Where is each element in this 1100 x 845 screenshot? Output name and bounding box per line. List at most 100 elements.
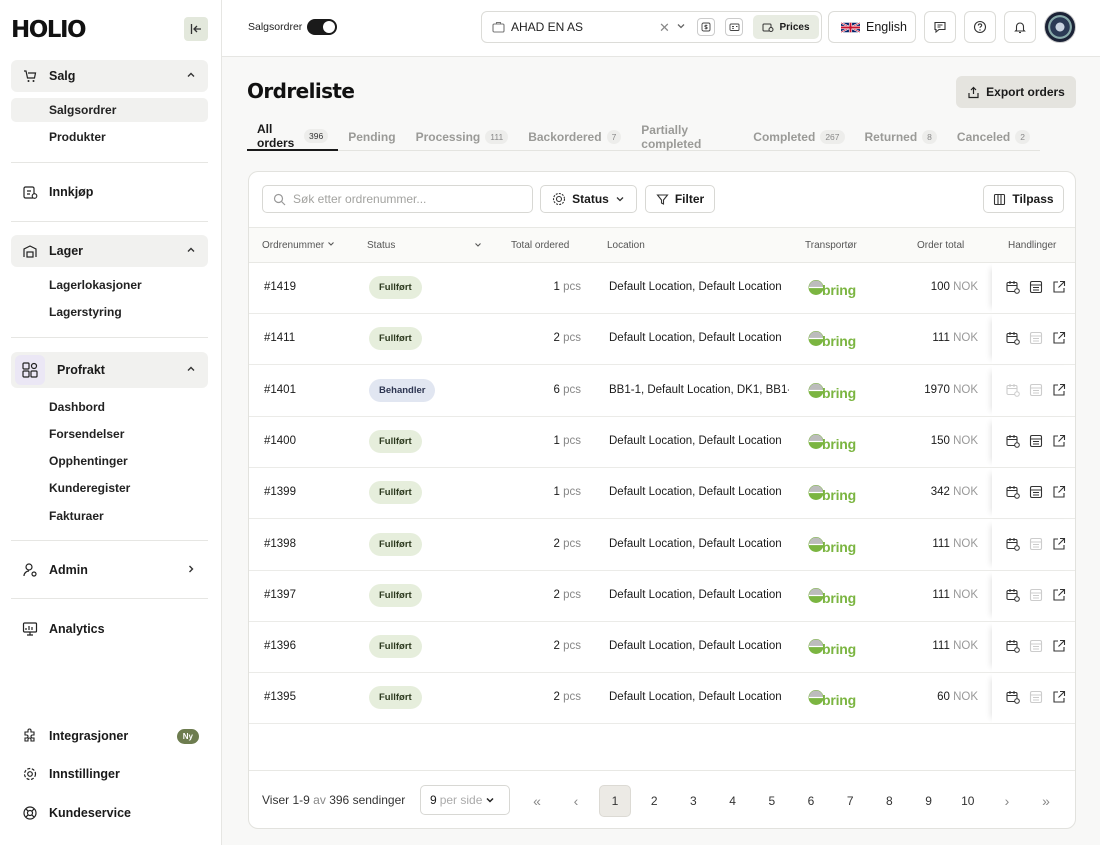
nav-group-admin[interactable]: Admin <box>11 554 208 586</box>
clear-company-icon[interactable]: ✕ <box>659 20 670 36</box>
page-10-button[interactable]: 10 <box>952 785 984 817</box>
filter-button[interactable]: Filter <box>645 185 715 213</box>
previous-page-button[interactable]: ‹ <box>560 785 592 817</box>
invoice-icon[interactable] <box>1029 537 1043 551</box>
nav-group-innstillinger[interactable]: Innstillinger <box>11 758 208 790</box>
ship-order-icon[interactable] <box>1006 383 1020 397</box>
tab-completed[interactable]: Completed 267 <box>743 129 854 151</box>
sidebar-item-dashbord[interactable]: Dashbord <box>11 395 208 419</box>
nav-group-profrakt[interactable]: Profrakt <box>11 352 208 388</box>
ship-order-icon[interactable] <box>1006 639 1020 653</box>
table-row[interactable]: #1419 Fullført 1 pcs Default Location, D… <box>249 263 1075 314</box>
tab-backordered[interactable]: Backordered 7 <box>518 129 631 151</box>
order-number[interactable]: #1395 <box>264 691 296 703</box>
sidebar-item-forsendelser[interactable]: Forsendelser <box>11 422 208 446</box>
collapse-sidebar-button[interactable] <box>184 17 208 41</box>
page-8-button[interactable]: 8 <box>873 785 905 817</box>
table-row[interactable]: #1401 Behandler 6 pcs BB1-1, Default Loc… <box>249 365 1075 417</box>
customize-columns-button[interactable]: Tilpass <box>983 185 1064 213</box>
column-header-location[interactable]: Location <box>607 240 645 251</box>
invoice-icon[interactable] <box>1029 280 1043 294</box>
invoice-icon[interactable] <box>1029 434 1043 448</box>
invoice-icon[interactable] <box>1029 588 1043 602</box>
ship-order-icon[interactable] <box>1006 485 1020 499</box>
ship-order-icon[interactable] <box>1006 331 1020 346</box>
nav-group-innkjop[interactable]: Innkjøp <box>11 176 208 208</box>
chevron-down-icon[interactable] <box>474 241 482 249</box>
tab-partially-completed[interactable]: Partially completed <box>631 123 743 151</box>
open-external-icon[interactable] <box>1052 588 1066 602</box>
nav-group-kundeservice[interactable]: Kundeservice <box>11 797 208 829</box>
order-number[interactable]: #1411 <box>264 332 295 344</box>
messages-button[interactable] <box>924 11 956 43</box>
page-4-button[interactable]: 4 <box>717 785 749 817</box>
export-orders-button[interactable]: Export orders <box>956 76 1076 108</box>
column-header-ordrenummer[interactable]: Ordrenummer <box>262 240 335 251</box>
sidebar-item-kunderegister[interactable]: Kunderegister <box>11 476 208 500</box>
currency-button[interactable] <box>697 18 715 36</box>
sidebar-item-salgsordrer[interactable]: Salgsordrer <box>11 98 208 122</box>
table-row[interactable]: #1395 Fullført 2 pcs Default Location, D… <box>249 673 1075 725</box>
invoice-icon[interactable] <box>1029 383 1043 397</box>
company-selector[interactable]: AHAD EN AS ✕ Prices <box>481 11 822 43</box>
holio-logo[interactable]: HOLIO <box>11 17 87 43</box>
sidebar-item-opphentinger[interactable]: Opphentinger <box>11 449 208 473</box>
sidebar-item-fakturaer[interactable]: Fakturaer <box>11 504 208 528</box>
invoice-icon[interactable] <box>1029 331 1043 345</box>
open-external-icon[interactable] <box>1052 485 1066 499</box>
order-number[interactable]: #1401 <box>264 384 296 396</box>
tab-canceled[interactable]: Canceled 2 <box>947 129 1040 151</box>
nav-group-analytics[interactable]: Analytics <box>11 613 208 645</box>
nav-group-integrasjoner[interactable]: Integrasjoner Ny <box>11 720 208 752</box>
nav-group-salg[interactable]: Salg <box>11 60 208 92</box>
ship-order-icon[interactable] <box>1006 690 1020 705</box>
order-number[interactable]: #1397 <box>264 589 296 601</box>
column-header-order-total[interactable]: Order total <box>917 240 964 251</box>
open-external-icon[interactable] <box>1052 690 1066 704</box>
table-row[interactable]: #1398 Fullført 2 pcs Default Location, D… <box>249 519 1075 571</box>
prices-button[interactable]: Prices <box>753 15 819 39</box>
page-5-button[interactable]: 5 <box>756 785 788 817</box>
nav-group-lager[interactable]: Lager <box>11 235 208 267</box>
tab-returned[interactable]: Returned 8 <box>855 129 947 151</box>
tab-all-orders[interactable]: All orders 396 <box>247 122 339 151</box>
next-page-button[interactable]: › <box>991 785 1023 817</box>
page-9-button[interactable]: 9 <box>913 785 945 817</box>
sidebar-item-lagerlokasjoner[interactable]: Lagerlokasjoner <box>11 273 208 297</box>
page-2-button[interactable]: 2 <box>638 785 670 817</box>
tab-processing[interactable]: Processing 111 <box>406 129 519 151</box>
column-header-status[interactable]: Status <box>367 240 395 251</box>
order-number[interactable]: #1399 <box>264 486 296 498</box>
user-avatar[interactable] <box>1044 11 1076 43</box>
table-row[interactable]: #1396 Fullført 2 pcs Default Location, D… <box>249 622 1075 674</box>
status-filter-dropdown[interactable]: Status <box>540 185 637 213</box>
per-page-select[interactable]: 9 per side <box>420 785 510 815</box>
chevron-down-icon[interactable] <box>676 21 686 31</box>
table-row[interactable]: #1399 Fullført 1 pcs Default Location, D… <box>249 468 1075 520</box>
language-selector[interactable]: English <box>828 11 916 43</box>
first-page-button[interactable]: « <box>521 785 553 817</box>
table-row[interactable]: #1400 Fullført 1 pcs Default Location, D… <box>249 416 1075 468</box>
sidebar-item-produkter[interactable]: Produkter <box>11 125 208 149</box>
tab-pending[interactable]: Pending <box>338 129 405 151</box>
table-row[interactable]: #1411 Fullført 2 pcs Default Location, D… <box>249 314 1075 366</box>
open-external-icon[interactable] <box>1052 434 1066 448</box>
open-external-icon[interactable] <box>1052 280 1066 294</box>
invoice-icon[interactable] <box>1029 690 1043 704</box>
salgsordrer-toggle[interactable] <box>307 19 337 35</box>
ship-order-icon[interactable] <box>1006 588 1020 602</box>
page-7-button[interactable]: 7 <box>834 785 866 817</box>
ship-order-icon[interactable] <box>1006 280 1020 294</box>
ship-order-icon[interactable] <box>1006 537 1020 551</box>
id-card-button[interactable] <box>725 18 743 36</box>
help-button[interactable] <box>964 11 996 43</box>
search-input[interactable]: Søk etter ordrenummer... <box>262 185 533 213</box>
order-number[interactable]: #1396 <box>264 640 296 652</box>
page-6-button[interactable]: 6 <box>795 785 827 817</box>
column-header-total-ordered[interactable]: Total ordered <box>511 240 569 251</box>
open-external-icon[interactable] <box>1052 383 1066 397</box>
open-external-icon[interactable] <box>1052 331 1066 345</box>
table-row[interactable]: #1397 Fullført 2 pcs Default Location, D… <box>249 570 1075 622</box>
page-3-button[interactable]: 3 <box>677 785 709 817</box>
invoice-icon[interactable] <box>1029 639 1043 653</box>
